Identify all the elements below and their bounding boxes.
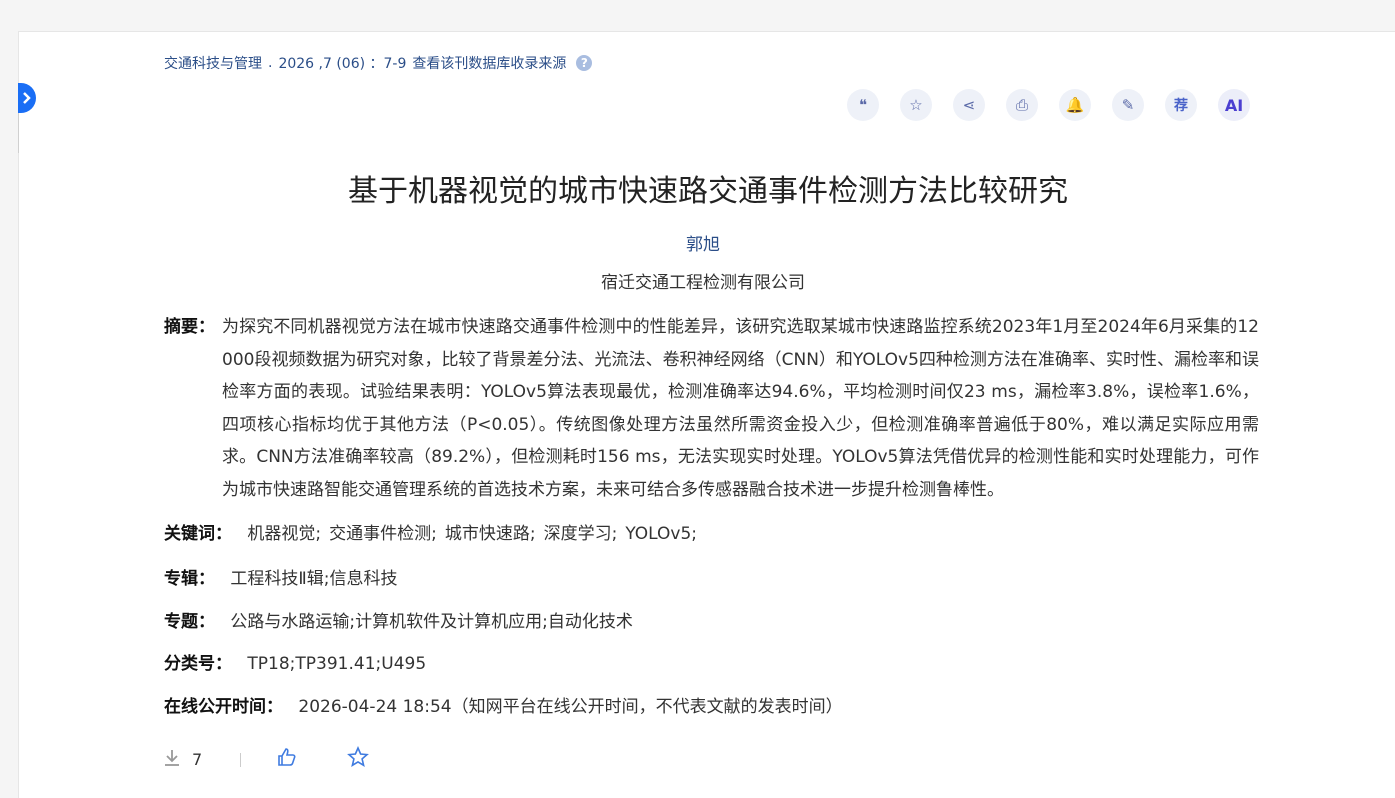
divider <box>18 113 19 153</box>
share-button[interactable]: ⋖ <box>953 89 985 121</box>
divider <box>240 752 242 767</box>
keyword-link[interactable]: 深度学习; <box>544 524 618 544</box>
organization-link[interactable]: 宿迁交通工程检测有限公司 <box>0 268 1395 293</box>
collect-button[interactable] <box>347 745 370 773</box>
bell-icon: 🔔 <box>1065 96 1085 114</box>
online-time-value: 2026-04-24 18:54（知网平台在线公开时间，不代表文献的发表时间） <box>298 697 843 717</box>
classification-value: TP18;TP391.41;U495 <box>247 654 427 674</box>
favorite-button[interactable]: ☆ <box>900 89 932 121</box>
note-button[interactable]: ✎ <box>1112 89 1144 121</box>
topic-label: 专题： <box>164 612 215 632</box>
keyword-link[interactable]: 机器视觉; <box>247 524 321 544</box>
journal-issue-link[interactable]: 2026 ,7 (06) ：7-9 <box>278 53 406 73</box>
article-toolbar: ❝ ☆ ⋖ ⎙ 🔔 ✎ 荐 AI <box>847 89 1250 121</box>
alert-button[interactable]: 🔔 <box>1059 89 1091 121</box>
recommend-button[interactable]: 荐 <box>1165 89 1197 121</box>
topic-value: 公路与水路运输;计算机软件及计算机应用;自动化技术 <box>230 612 633 632</box>
pen-icon: ✎ <box>1121 96 1135 114</box>
star-icon <box>347 745 370 767</box>
ai-icon: AI <box>1224 95 1244 115</box>
download-icon <box>164 749 180 771</box>
print-button[interactable]: ⎙ <box>1006 89 1038 121</box>
online-time-label: 在线公开时间： <box>164 697 283 717</box>
keywords-label: 关键词： <box>164 524 232 544</box>
author-link[interactable]: 郭旭 <box>0 230 1395 255</box>
journal-source: 交通科技与管理 . 2026 ,7 (06) ：7-9 查看该刊数据库收录来源 … <box>164 53 593 73</box>
topic-row: 专题： 公路与水路运输;计算机软件及计算机应用;自动化技术 <box>164 607 633 632</box>
series-value: 工程科技Ⅱ辑;信息科技 <box>230 569 398 589</box>
share-icon: ⋖ <box>962 96 976 114</box>
printer-icon: ⎙ <box>1015 96 1028 114</box>
like-button[interactable] <box>277 747 297 772</box>
star-icon: ☆ <box>909 96 923 114</box>
keyword-link[interactable]: 交通事件检测; <box>329 524 437 544</box>
keyword-link[interactable]: YOLOv5; <box>625 524 697 544</box>
journal-name-link[interactable]: 交通科技与管理 <box>164 53 262 73</box>
download-count: 7 <box>192 750 203 769</box>
classification-label: 分类号： <box>164 654 232 674</box>
abstract-label: 摘要： <box>164 317 215 337</box>
article-title: 基于机器视觉的城市快速路交通事件检测方法比较研究 <box>348 174 1068 209</box>
ai-button[interactable]: AI <box>1218 89 1250 121</box>
series-row: 专辑： 工程科技Ⅱ辑;信息科技 <box>164 564 398 589</box>
classification-row: 分类号： TP18;TP391.41;U495 <box>164 649 426 674</box>
chevron-right-icon <box>23 92 31 104</box>
thumbs-up-icon <box>278 748 296 766</box>
series-label: 专辑： <box>164 569 215 589</box>
abstract-text: 为探究不同机器视觉方法在城市快速路交通事件检测中的性能差异，该研究选取某城市快速… <box>222 317 1259 500</box>
article-stats-bar: 7 <box>164 745 370 773</box>
quote-icon: ❝ <box>858 96 868 114</box>
db-source-link[interactable]: 查看该刊数据库收录来源 <box>412 53 566 73</box>
keyword-link[interactable]: 城市快速路; <box>445 524 536 544</box>
recommend-icon: 荐 <box>1174 98 1188 114</box>
keywords-row: 关键词： 机器视觉; 交通事件检测; 城市快速路; 深度学习; YOLOv5; <box>164 519 705 544</box>
abstract: 摘要： 为探究不同机器视觉方法在城市快速路交通事件检测中的性能差异，该研究选取某… <box>164 311 1259 506</box>
cite-button[interactable]: ❝ <box>847 89 879 121</box>
online-time-row: 在线公开时间： 2026-04-24 18:54（知网平台在线公开时间，不代表文… <box>164 692 843 717</box>
help-icon[interactable]: ? <box>576 55 593 71</box>
